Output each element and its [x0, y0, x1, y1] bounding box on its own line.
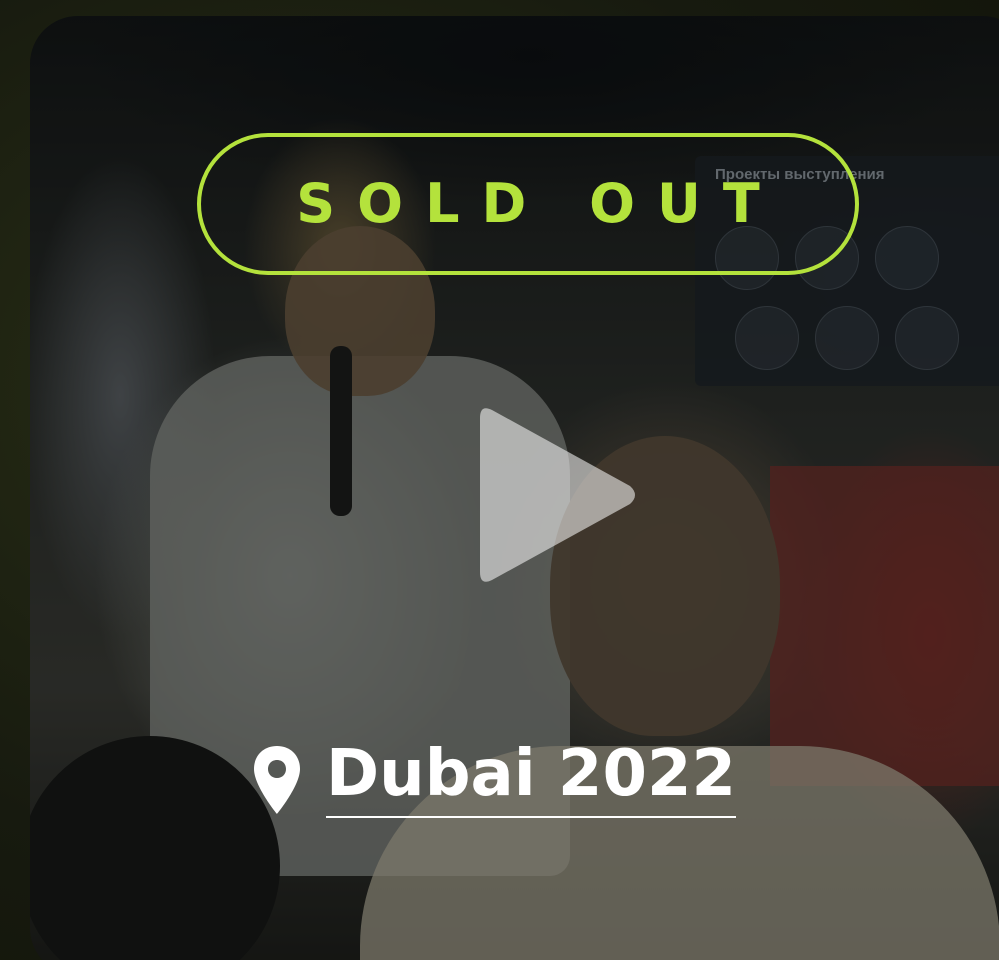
sold-out-badge: SOLD OUT: [197, 133, 859, 275]
play-icon[interactable]: [470, 400, 640, 590]
event-location: Dubai 2022: [252, 742, 737, 818]
location-link[interactable]: Dubai 2022: [326, 742, 737, 818]
map-pin-icon: [254, 746, 300, 814]
event-video-card[interactable]: Проекты выступления SOLD OUT Dubai 2022: [30, 16, 999, 960]
page: Проекты выступления SOLD OUT Dubai 2022: [0, 0, 999, 960]
sold-out-label: SOLD OUT: [296, 172, 782, 235]
